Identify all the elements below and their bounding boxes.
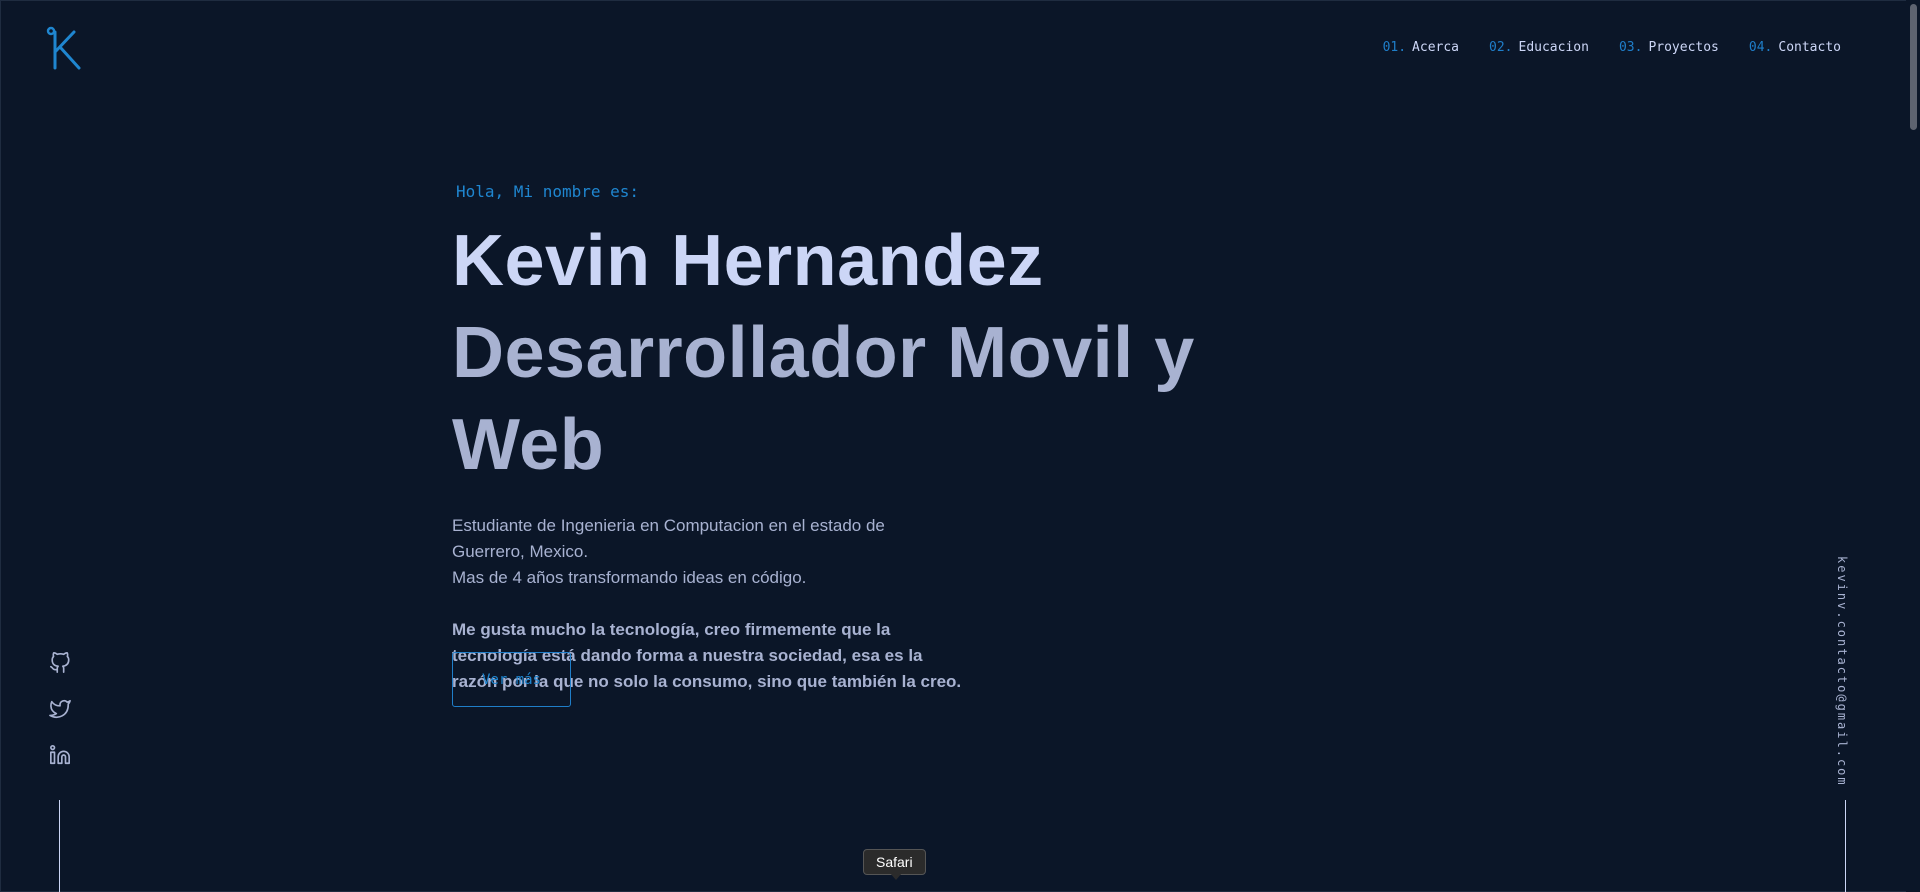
nav-number: 03. xyxy=(1618,40,1643,55)
hero-name: Kevin Hernandez xyxy=(452,221,1044,301)
twitter-icon[interactable] xyxy=(49,698,71,720)
scrollbar[interactable] xyxy=(1906,0,1920,892)
nav-item-educacion[interactable]: 02. Educacion xyxy=(1489,40,1589,55)
tooltip-arrow xyxy=(890,873,902,880)
left-divider-line xyxy=(59,800,60,892)
hero-role: Desarrollador Movil y Web xyxy=(452,313,1195,485)
nav-label: Contacto xyxy=(1778,40,1841,55)
scrollbar-thumb[interactable] xyxy=(1910,4,1917,130)
ver-mas-button[interactable]: Ver más xyxy=(452,652,571,707)
dock-tooltip: Safari xyxy=(863,849,926,875)
nav-item-proyectos[interactable]: 03. Proyectos xyxy=(1619,40,1719,55)
k-logo-icon[interactable] xyxy=(46,26,88,74)
nav-number: 04. xyxy=(1748,40,1773,55)
email-link[interactable]: kevinv.contacto@gmail.com xyxy=(1835,556,1849,787)
hero-greeting: Hola, Mi nombre es: xyxy=(456,182,640,201)
social-links xyxy=(49,652,71,790)
nav-label: Proyectos xyxy=(1648,40,1719,55)
main-nav: 01. Acerca 02. Educacion 03. Proyectos 0… xyxy=(1383,40,1841,55)
description-line-2: Mas de 4 años transformando ideas en cód… xyxy=(452,568,807,587)
nav-item-contacto[interactable]: 04. Contacto xyxy=(1749,40,1841,55)
hero-description: Estudiante de Ingenieria en Computacion … xyxy=(452,513,952,591)
right-divider-line xyxy=(1845,800,1846,892)
nav-label: Educacion xyxy=(1518,40,1589,55)
linkedin-icon[interactable] xyxy=(49,744,71,766)
nav-label: Acerca xyxy=(1412,40,1460,55)
nav-item-acerca[interactable]: 01. Acerca xyxy=(1383,40,1459,55)
github-icon[interactable] xyxy=(49,652,71,674)
nav-number: 01. xyxy=(1382,40,1407,55)
hero-section: Hola, Mi nombre es: Kevin Hernandez Desa… xyxy=(452,182,1352,695)
nav-number: 02. xyxy=(1489,40,1513,55)
description-line-1: Estudiante de Ingenieria en Computacion … xyxy=(452,516,885,561)
